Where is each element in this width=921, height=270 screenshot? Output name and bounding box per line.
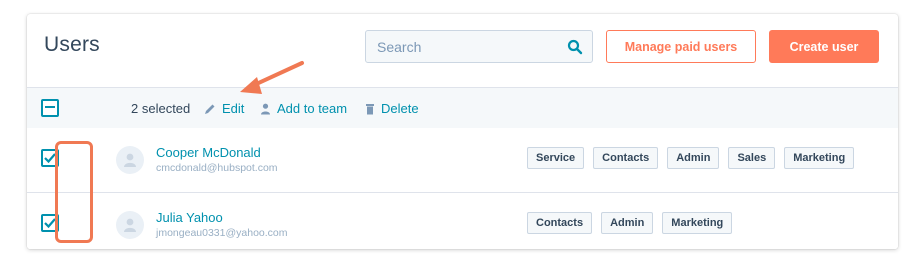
annotation-arrow-icon [240, 61, 304, 94]
